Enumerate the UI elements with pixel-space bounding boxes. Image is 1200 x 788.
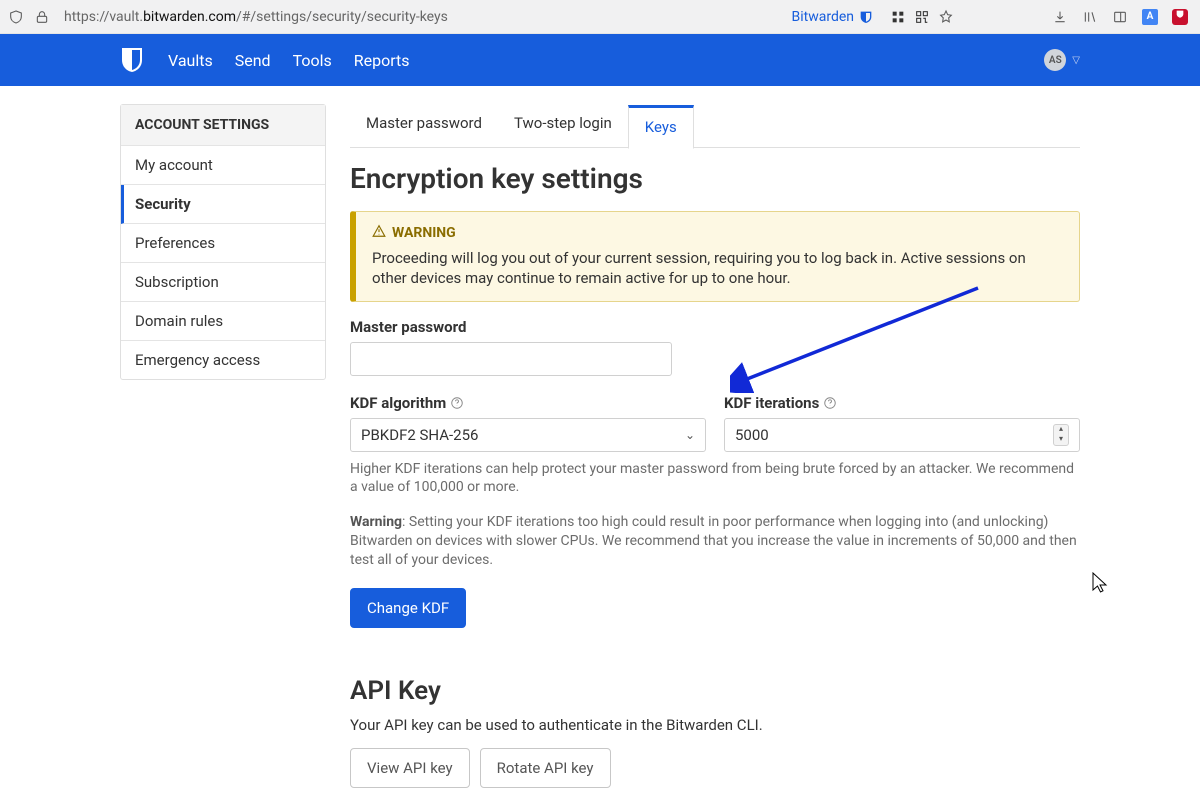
kdf-iterations-value: 5000 — [735, 426, 769, 444]
cursor-icon — [1092, 572, 1110, 594]
sidebar-toggle-icon[interactable] — [1112, 9, 1128, 25]
warning-callout: WARNING Proceeding will log you out of y… — [350, 211, 1080, 302]
warning-triangle-icon — [372, 224, 386, 242]
bitwarden-logo-icon[interactable] — [120, 46, 144, 74]
bookmark-star-icon[interactable] — [938, 9, 954, 25]
spinner-down-icon[interactable]: ▾ — [1054, 435, 1068, 445]
sidebar-item-my-account[interactable]: My account — [121, 146, 325, 185]
url-domain: bitwarden.com — [143, 9, 236, 25]
nav-link-send[interactable]: Send — [235, 51, 271, 70]
account-menu[interactable]: AS ▽ — [1044, 49, 1080, 71]
nav-link-reports[interactable]: Reports — [354, 51, 410, 70]
security-tabs: Master password Two-step login Keys — [350, 104, 1080, 148]
avatar: AS — [1044, 49, 1066, 71]
settings-sidebar: ACCOUNT SETTINGS My account Security Pre… — [120, 104, 326, 380]
url-display[interactable]: https://vault.bitwarden.com/#/settings/s… — [58, 9, 775, 25]
spinner-up-icon[interactable]: ▴ — [1054, 425, 1068, 435]
tab-two-step-login[interactable]: Two-step login — [498, 104, 628, 147]
ublock-icon[interactable] — [1172, 9, 1188, 25]
sidebar-item-subscription[interactable]: Subscription — [121, 263, 325, 302]
sidebar-item-emergency-access[interactable]: Emergency access — [121, 341, 325, 379]
api-key-desc: Your API key can be used to authenticate… — [350, 716, 1080, 734]
extension-label[interactable]: Bitwarden — [791, 9, 854, 25]
apps-grid-icon[interactable] — [890, 9, 906, 25]
lock-icon[interactable] — [34, 9, 50, 25]
chevron-down-icon: ▽ — [1072, 55, 1080, 66]
tab-master-password[interactable]: Master password — [350, 104, 498, 147]
kdf-hint-2-prefix: Warning — [350, 514, 402, 530]
translate-icon[interactable]: A — [1142, 9, 1158, 25]
kdf-algorithm-label: KDF algorithm — [350, 394, 706, 412]
nav-link-vaults[interactable]: Vaults — [168, 51, 213, 70]
view-api-key-button[interactable]: View API key — [350, 748, 470, 788]
shield-outline-icon[interactable] — [8, 9, 24, 25]
tab-keys[interactable]: Keys — [628, 105, 694, 149]
sidebar-item-preferences[interactable]: Preferences — [121, 224, 325, 263]
api-key-title: API Key — [350, 676, 1080, 706]
sidebar-header: ACCOUNT SETTINGS — [121, 105, 325, 146]
nav-links: Vaults Send Tools Reports — [168, 51, 410, 70]
change-kdf-button[interactable]: Change KDF — [350, 588, 466, 628]
top-navigation: Vaults Send Tools Reports AS ▽ — [0, 34, 1200, 86]
kdf-hint-2-body: : Setting your KDF iterations too high c… — [350, 514, 1077, 568]
sidebar-item-security[interactable]: Security — [121, 185, 325, 224]
warning-label: WARNING — [392, 225, 456, 241]
number-spinner[interactable]: ▴ ▾ — [1053, 424, 1069, 446]
warning-text: Proceeding will log you out of your curr… — [372, 248, 1063, 289]
chevron-down-icon: ⌄ — [685, 428, 695, 442]
kdf-iterations-input[interactable]: 5000 ▴ ▾ — [724, 418, 1080, 452]
library-icon[interactable] — [1082, 9, 1098, 25]
encryption-title: Encryption key settings — [350, 162, 1080, 195]
rotate-api-key-button[interactable]: Rotate API key — [480, 748, 611, 788]
kdf-iterations-label: KDF iterations — [724, 394, 1080, 412]
url-prefix: https://vault. — [64, 9, 143, 25]
url-path: /#/settings/security/security-keys — [236, 9, 448, 25]
sidebar-item-domain-rules[interactable]: Domain rules — [121, 302, 325, 341]
download-icon[interactable] — [1052, 9, 1068, 25]
qr-icon[interactable] — [914, 9, 930, 25]
help-icon[interactable] — [823, 396, 837, 410]
kdf-algorithm-value: PBKDF2 SHA-256 — [361, 426, 478, 444]
kdf-hint-2: Warning: Setting your KDF iterations too… — [350, 513, 1080, 570]
nav-link-tools[interactable]: Tools — [293, 51, 332, 70]
master-password-input[interactable] — [350, 342, 672, 376]
kdf-algorithm-select[interactable]: PBKDF2 SHA-256 ⌄ — [350, 418, 706, 452]
help-icon[interactable] — [450, 396, 464, 410]
browser-address-bar: https://vault.bitwarden.com/#/settings/s… — [0, 0, 1200, 34]
bitwarden-ext-icon[interactable] — [858, 9, 874, 25]
master-password-label: Master password — [350, 318, 1080, 336]
kdf-hint-1: Higher KDF iterations can help protect y… — [350, 460, 1080, 498]
